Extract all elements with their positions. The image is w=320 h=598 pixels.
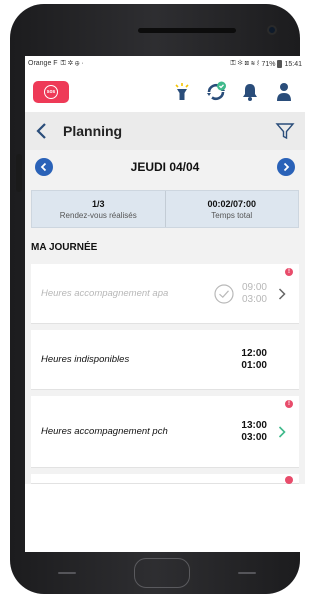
appointment-times: 09:00 03:00 [242,282,267,305]
appointment-card-partial[interactable] [31,474,299,484]
total-time-label: Temps total [211,210,253,220]
appointment-duration: 03:00 [241,293,267,305]
appointment-list: ! Heures accompagnement apa 09:00 03:00 … [25,264,305,484]
day-selector: JEUDI 04/04 [25,150,305,184]
chevron-right-icon [283,162,290,172]
stats-panel: 1/3 Rendez-vous réalisés 00:02/07:00 Tem… [31,190,299,228]
total-time-stat: 00:02/07:00 Temps total [164,191,299,227]
total-time-value: 00:02/07:00 [207,198,257,209]
sos-button[interactable]: sos [33,81,69,103]
check-circle-icon [214,283,234,304]
sync-check-icon[interactable] [205,81,227,103]
alert-icon [285,476,293,484]
next-day-button[interactable] [277,158,295,176]
stats-section: 1/3 Rendez-vous réalisés 00:02/07:00 Tem… [25,184,305,234]
appointment-start: 12:00 [241,348,267,359]
clock: 15:41 [284,60,302,68]
appointment-duration: 03:00 [241,431,267,443]
status-left-icons: ⚿ ✲ ⊕ · [60,60,84,67]
hardware-nav-bar [10,550,300,594]
appointment-card[interactable]: Heures indisponibles 12:00 01:00 [31,330,299,390]
battery-icon [277,60,283,68]
appointment-duration: 01:00 [241,359,267,371]
app-toolbar: sos [25,72,305,112]
appointment-times: 13:00 03:00 [241,420,267,443]
battery-percent: 71% [261,60,276,68]
status-right-icons: ⚿ ✻ ⊠ ≋ ⌇ [230,60,260,67]
appointment-start: 09:00 [241,282,267,293]
section-title: MA JOURNÉE [25,234,305,264]
alert-icon: ! [285,268,293,276]
previous-day-button[interactable] [35,158,53,176]
page-title: Planning [63,123,123,139]
status-bar: Orange F ⚿ ✲ ⊕ · ⚿ ✻ ⊠ ≋ ⌇ 71% 15:41 [25,56,305,72]
appointments-done-value: 1/3 [91,198,105,209]
recents-key[interactable] [238,572,256,574]
earpiece-speaker [138,28,236,33]
flashlight-icon[interactable] [171,81,193,103]
planning-nav-bar: Planning [25,112,305,150]
bell-icon[interactable] [239,81,261,103]
filter-icon[interactable] [275,121,295,141]
chevron-right-icon[interactable] [275,287,289,301]
appointments-done-stat: 1/3 Rendez-vous réalisés [32,191,165,227]
appointment-card[interactable]: ! Heures accompagnement pch 13:00 03:00 [31,396,299,468]
appointments-done-label: Rendez-vous réalisés [59,210,137,220]
side-button [16,154,22,192]
app-screen: Orange F ⚿ ✲ ⊕ · ⚿ ✻ ⊠ ≋ ⌇ 71% 15:41 sos [25,56,305,552]
front-camera [267,25,277,35]
appointment-title: Heures accompagnement apa [41,287,169,299]
carrier-label: Orange F [28,60,58,67]
appointment-title: Heures accompagnement pch [41,425,168,437]
back-key[interactable] [58,572,76,574]
appointment-times: 12:00 01:00 [241,348,267,371]
chevron-right-icon[interactable] [275,425,289,439]
sos-icon: sos [44,85,58,99]
appointment-start: 13:00 [241,420,267,431]
chevron-left-icon [40,162,47,172]
chevron-left-icon[interactable] [35,121,53,141]
user-icon[interactable] [273,81,295,103]
home-button[interactable] [134,558,190,588]
sos-label: sos [46,89,56,95]
current-day-label: JEUDI 04/04 [130,160,200,174]
alert-icon: ! [285,400,293,408]
appointment-card[interactable]: ! Heures accompagnement apa 09:00 03:00 [31,264,299,324]
appointment-title: Heures indisponibles [41,353,130,365]
